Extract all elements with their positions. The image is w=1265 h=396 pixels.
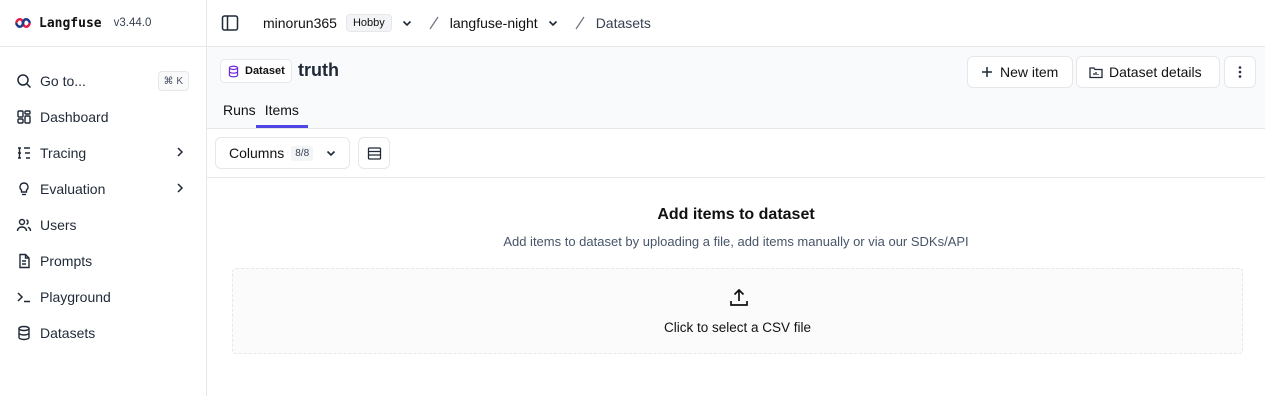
new-item-button[interactable]: New item	[967, 56, 1073, 88]
lightbulb-icon	[16, 181, 32, 197]
breadcrumb-separator-icon	[429, 16, 439, 30]
breadcrumb-project[interactable]: langfuse-night	[450, 15, 559, 31]
sidebar-item-label: Playground	[40, 289, 111, 305]
sidebar-item-label: Prompts	[40, 253, 93, 269]
sidebar-item-tracing[interactable]: Tracing	[0, 135, 206, 171]
tracing-icon	[16, 145, 32, 161]
page-title: truth	[298, 60, 339, 80]
org-name: minorun365	[263, 15, 337, 31]
chevron-down-icon	[548, 20, 557, 27]
breadcrumb-separator-icon	[575, 16, 585, 30]
chevron-right-icon	[177, 183, 184, 193]
brand[interactable]: Langfuse v3.44.0	[0, 0, 206, 47]
badge-label: Dataset	[245, 65, 285, 77]
sidebar-item-datasets[interactable]: Datasets	[0, 315, 206, 351]
sidebar-nav: Go to... ⌘ K Dashboard Tracing Evaluatio…	[0, 47, 206, 351]
breadcrumb-page[interactable]: Datasets	[596, 15, 651, 31]
dataset-details-label: Dataset details	[1109, 64, 1202, 80]
langfuse-logo-icon	[14, 18, 32, 28]
sidebar-item-evaluation[interactable]: Evaluation	[0, 171, 206, 207]
sidebar-item-label: Tracing	[40, 145, 87, 161]
tab-runs[interactable]: Runs	[223, 98, 256, 128]
sidebar-toggle-icon[interactable]	[221, 14, 239, 32]
dataset-details-button[interactable]: Dataset details	[1076, 56, 1220, 88]
plus-icon	[982, 67, 992, 77]
users-icon	[16, 217, 32, 233]
terminal-icon	[16, 289, 32, 305]
dashboard-icon	[16, 109, 32, 125]
sidebar-item-label: Go to...	[40, 73, 86, 89]
columns-count: 8/8	[291, 145, 314, 161]
new-item-label: New item	[1000, 64, 1059, 80]
chevron-down-icon	[402, 20, 411, 27]
empty-state-description: Add items to dataset by uploading a file…	[503, 234, 969, 249]
sidebar-item-goto[interactable]: Go to... ⌘ K	[0, 63, 206, 99]
csv-upload-dropzone[interactable]: Click to select a CSV file	[232, 268, 1243, 354]
prompts-icon	[16, 253, 32, 269]
search-icon	[16, 73, 32, 89]
plan-badge: Hobby	[345, 14, 392, 32]
rows-icon	[367, 146, 381, 160]
dataset-tabs: Runs Items	[223, 98, 315, 128]
table-toolbar: Columns 8/8	[207, 129, 1265, 178]
sidebar-item-label: Datasets	[40, 325, 96, 341]
sidebar-item-playground[interactable]: Playground	[0, 279, 206, 315]
sidebar-item-users[interactable]: Users	[0, 207, 206, 243]
upload-icon	[730, 288, 748, 306]
shortcut-badge: ⌘ K	[157, 71, 189, 91]
sidebar: Langfuse v3.44.0 Go to... ⌘ K Dashboard …	[0, 0, 207, 396]
chevron-right-icon	[177, 147, 184, 157]
project-name: langfuse-night	[449, 15, 538, 31]
empty-state-title: Add items to dataset	[657, 206, 815, 223]
folder-chart-icon	[1089, 67, 1103, 79]
sidebar-item-label: Dashboard	[40, 109, 109, 125]
dataset-header: Dataset truth New item Dataset details R…	[207, 47, 1265, 129]
sidebar-item-label: Evaluation	[40, 181, 106, 197]
database-icon	[16, 325, 32, 341]
tab-items[interactable]: Items	[255, 98, 309, 128]
breadcrumb-org[interactable]: minorun365 Hobby	[263, 14, 413, 32]
top-bar: minorun365 Hobby langfuse-night Datasets	[207, 0, 1265, 47]
upload-label: Click to select a CSV file	[663, 320, 812, 335]
more-options-button[interactable]	[1224, 56, 1256, 88]
app-name: Langfuse	[39, 15, 102, 31]
page-name: Datasets	[595, 15, 651, 31]
more-vertical-icon	[1238, 66, 1242, 78]
columns-label: Columns	[229, 145, 285, 161]
empty-state: Add items to dataset Add items to datase…	[207, 178, 1265, 396]
sidebar-item-label: Users	[40, 217, 77, 233]
app-version: v3.44.0	[113, 17, 152, 29]
chevron-down-icon	[327, 150, 336, 157]
row-density-button[interactable]	[358, 137, 390, 169]
database-icon	[228, 65, 239, 77]
sidebar-item-prompts[interactable]: Prompts	[0, 243, 206, 279]
dataset-type-badge: Dataset	[220, 59, 292, 83]
sidebar-item-dashboard[interactable]: Dashboard	[0, 99, 206, 135]
columns-button[interactable]: Columns 8/8	[215, 137, 350, 169]
